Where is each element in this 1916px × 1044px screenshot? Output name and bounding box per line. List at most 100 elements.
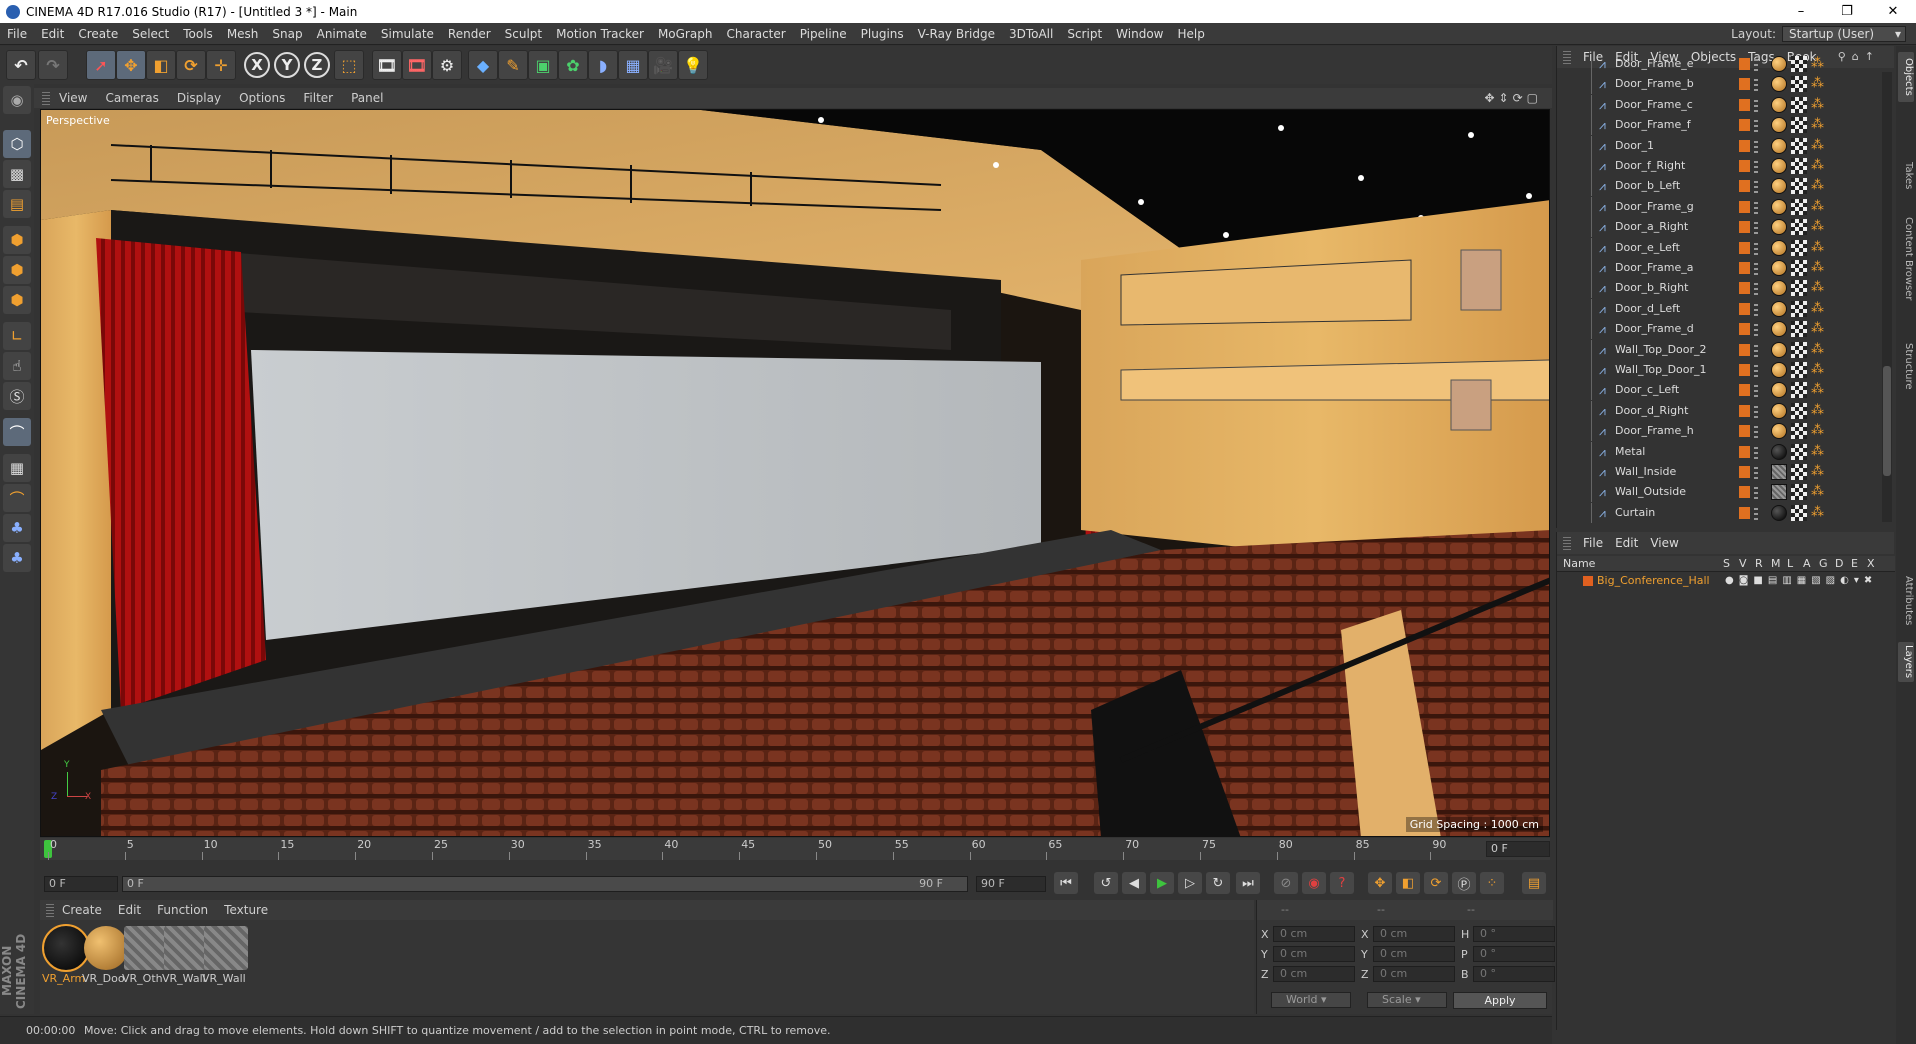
- layer-color-swatch[interactable]: [1739, 58, 1750, 70]
- coordinate-system-button[interactable]: ⬚: [334, 50, 364, 80]
- object-list-scrollbar[interactable]: [1882, 72, 1892, 522]
- layer-color-swatch[interactable]: [1739, 282, 1750, 295]
- material-menu-texture[interactable]: Texture: [216, 903, 276, 917]
- viewport-menu-filter[interactable]: Filter: [294, 91, 342, 105]
- render-view-button[interactable]: 🎞: [372, 50, 402, 80]
- undo-button[interactable]: ↶: [6, 50, 36, 80]
- snap-icon[interactable]: ⌒: [3, 418, 31, 446]
- phong-tag-icon[interactable]: ⁂: [1811, 158, 1827, 174]
- phong-tag-icon[interactable]: ⁂: [1811, 505, 1827, 521]
- timeline-window-icon[interactable]: ▤: [1522, 872, 1546, 894]
- material-tag-icon[interactable]: [1771, 402, 1787, 419]
- layer-menu-edit[interactable]: Edit: [1609, 536, 1644, 550]
- uvw-tag-icon[interactable]: [1791, 198, 1807, 215]
- uvw-tag-icon[interactable]: [1791, 76, 1807, 93]
- phong-tag-icon[interactable]: ⁂: [1811, 321, 1827, 337]
- layer-column-header[interactable]: S: [1723, 557, 1730, 570]
- material-tag-icon[interactable]: [1771, 96, 1787, 113]
- layer-color-swatch[interactable]: [1739, 221, 1750, 234]
- layer-color-swatch[interactable]: [1739, 302, 1750, 315]
- layer-color-swatch[interactable]: [1739, 119, 1750, 132]
- uvw-tag-icon[interactable]: [1791, 117, 1807, 134]
- menu-3dtoall[interactable]: 3DToAll: [1002, 27, 1060, 41]
- object-row[interactable]: ⩘ Wall_Inside ⁂: [1557, 462, 1895, 482]
- menu-render[interactable]: Render: [441, 27, 498, 41]
- material-menu-edit[interactable]: Edit: [110, 903, 149, 917]
- coord-position-field[interactable]: 0 cm: [1273, 926, 1355, 942]
- visibility-dots-icon[interactable]: [1754, 159, 1758, 173]
- coord-rotation-field[interactable]: 0 °: [1473, 966, 1555, 982]
- visibility-dots-icon[interactable]: [1754, 199, 1758, 214]
- object-row[interactable]: ⩘ Curtain ⁂: [1557, 502, 1895, 523]
- phong-tag-icon[interactable]: ⁂: [1811, 280, 1827, 296]
- visibility-dots-icon[interactable]: [1754, 179, 1758, 194]
- layer-flags[interactable]: ●◙■▤▥▦▧▨◐▾✖: [1725, 575, 1885, 587]
- tweak-mode-icon[interactable]: ☝: [3, 352, 31, 380]
- object-row[interactable]: ⩘ Door_1 ⁂: [1557, 135, 1895, 156]
- uvw-tag-icon[interactable]: [1791, 137, 1807, 154]
- key-position-icon[interactable]: ✥: [1368, 872, 1392, 894]
- visibility-dots-icon[interactable]: [1754, 505, 1758, 520]
- coord-position-field[interactable]: 0 cm: [1273, 966, 1355, 982]
- close-icon[interactable]: ✕: [1870, 0, 1916, 23]
- object-row[interactable]: ⩘ Door_Frame_f ⁂: [1557, 115, 1895, 136]
- phong-tag-icon[interactable]: ⁂: [1811, 240, 1827, 256]
- previous-frame-icon[interactable]: ◀: [1122, 872, 1146, 894]
- object-row[interactable]: ⩘ Wall_Outside ⁂: [1557, 482, 1895, 503]
- uvw-tag-icon[interactable]: [1791, 178, 1807, 195]
- menu-script[interactable]: Script: [1060, 27, 1109, 41]
- visibility-dots-icon[interactable]: [1754, 424, 1758, 439]
- phong-tag-icon[interactable]: ⁂: [1811, 403, 1827, 419]
- layer-column-header[interactable]: G: [1819, 557, 1828, 570]
- object-row[interactable]: ⩘ Door_Frame_h ⁂: [1557, 421, 1895, 442]
- coord-position-field[interactable]: 0 cm: [1273, 946, 1355, 962]
- side-tab-layers[interactable]: Layers: [1898, 642, 1914, 682]
- phong-tag-icon[interactable]: ⁂: [1811, 382, 1827, 398]
- frame-range-slider[interactable]: 0 F 90 F: [122, 876, 968, 892]
- layer-color-swatch[interactable]: [1739, 486, 1750, 499]
- material-tag-icon[interactable]: [1771, 198, 1787, 215]
- object-row[interactable]: ⩘ Door_a_Right ⁂: [1557, 217, 1895, 238]
- visibility-dots-icon[interactable]: [1754, 240, 1758, 255]
- go-to-end-icon[interactable]: ⏭: [1236, 872, 1260, 894]
- object-row[interactable]: ⩘ Door_Frame_a ⁂: [1557, 258, 1895, 278]
- viewport-menu-options[interactable]: Options: [230, 91, 294, 105]
- layer-color-swatch[interactable]: [1739, 343, 1750, 356]
- texture-mode-icon[interactable]: ▩: [3, 160, 31, 188]
- visibility-dots-icon[interactable]: [1754, 301, 1758, 316]
- render-settings-button[interactable]: ⚙: [432, 50, 462, 80]
- phong-tag-icon[interactable]: ⁂: [1811, 138, 1827, 154]
- current-frame-field[interactable]: 0 F: [1486, 841, 1550, 857]
- layer-color-swatch[interactable]: [1739, 506, 1750, 519]
- render-picture-viewer-button[interactable]: 🎞: [402, 50, 432, 80]
- object-row[interactable]: ⩘ Metal ⁂: [1557, 441, 1895, 462]
- menu-v-ray-bridge[interactable]: V-Ray Bridge: [911, 27, 1002, 41]
- phong-tag-icon[interactable]: ⁂: [1811, 444, 1827, 460]
- layer-color-swatch[interactable]: [1739, 78, 1750, 91]
- make-editable-icon[interactable]: ◉: [3, 86, 31, 114]
- material-tag-icon[interactable]: [1771, 321, 1787, 338]
- go-to-previous-key-icon[interactable]: ↺: [1094, 872, 1118, 894]
- visibility-dots-icon[interactable]: [1754, 57, 1758, 71]
- phong-tag-icon[interactable]: ⁂: [1811, 464, 1827, 480]
- menu-mesh[interactable]: Mesh: [220, 27, 266, 41]
- uvw-tag-icon[interactable]: [1791, 423, 1807, 440]
- visibility-dots-icon[interactable]: [1754, 118, 1758, 133]
- uvw-tag-icon[interactable]: [1791, 239, 1807, 256]
- cube-object-button[interactable]: ◆: [468, 50, 498, 80]
- restore-icon[interactable]: ❐: [1824, 0, 1870, 23]
- viewport-menu-display[interactable]: Display: [168, 91, 230, 105]
- layer-color-swatch[interactable]: [1739, 139, 1750, 152]
- menu-animate[interactable]: Animate: [310, 27, 374, 41]
- uvw-tag-icon[interactable]: [1791, 219, 1807, 236]
- camera-button[interactable]: 🎥: [648, 50, 678, 80]
- layer-color-swatch[interactable]: [1739, 323, 1750, 336]
- menu-help[interactable]: Help: [1170, 27, 1211, 41]
- phong-tag-icon[interactable]: ⁂: [1811, 117, 1827, 133]
- menu-sculpt[interactable]: Sculpt: [498, 27, 549, 41]
- side-tab-attributes[interactable]: Attributes: [1898, 566, 1914, 636]
- visibility-dots-icon[interactable]: [1754, 383, 1758, 398]
- material-tag-icon[interactable]: [1771, 260, 1787, 276]
- material-tag-icon[interactable]: [1771, 117, 1787, 134]
- layer-column-header[interactable]: D: [1835, 557, 1843, 570]
